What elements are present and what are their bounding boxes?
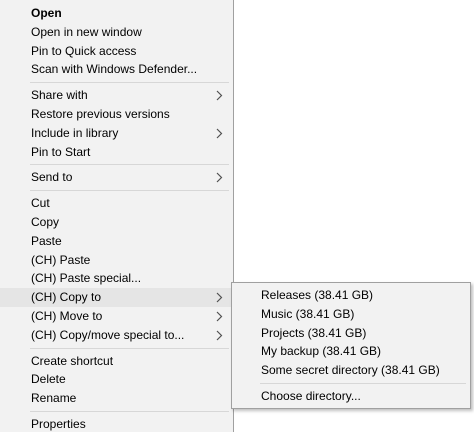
context-menu: Open Open in new window Pin to Quick acces… (0, 0, 234, 432)
menu-item-label: (CH) Move to (31, 308, 103, 323)
context-menu-item-ch-paste-special[interactable]: (CH) Paste special... (0, 269, 233, 288)
context-menu-item-paste[interactable]: Paste (0, 232, 233, 251)
menu-item-label: (CH) Copy/move special to... (31, 327, 185, 342)
menu-item-label: Properties (31, 416, 86, 431)
menu-separator (30, 190, 229, 192)
submenu-item-releases-38-41-gb[interactable]: Releases (38.41 GB) (232, 286, 470, 305)
menu-separator (30, 164, 229, 166)
menu-item-label: My backup (38.41 GB) (261, 344, 382, 359)
chevron-right-icon (214, 168, 224, 187)
menu-item-label: Share with (31, 88, 88, 103)
chevron-right-icon (214, 326, 224, 345)
context-menu-item-ch-copy-move-special-to[interactable]: (CH) Copy/move special to... (0, 326, 233, 345)
submenu-item-some-secret-directory-38-41-gb[interactable]: Some secret directory (38.41 GB) (232, 361, 470, 380)
menu-item-label: Create shortcut (31, 353, 114, 368)
context-menu-item-cut[interactable]: Cut (0, 194, 233, 213)
context-menu-item-scan-with-windows-defender[interactable]: Scan with Windows Defender... (0, 60, 233, 79)
chevron-right-icon (214, 288, 224, 307)
menu-item-label: Cut (31, 196, 50, 211)
context-menu-item-pin-to-start[interactable]: Pin to Start (0, 143, 233, 162)
submenu-item-projects-38-41-gb[interactable]: Projects (38.41 GB) (232, 324, 470, 343)
chevron-right-icon (214, 307, 224, 326)
menu-item-label: Delete (31, 372, 66, 387)
menu-item-label: Pin to Quick access (31, 43, 137, 58)
menu-item-label: Scan with Windows Defender... (31, 62, 198, 77)
desktop-area: Open Open in new window Pin to Quick acces… (0, 0, 474, 432)
menu-item-label: Copy (31, 214, 60, 229)
menu-separator (30, 410, 229, 412)
menu-item-label: Projects (38.41 GB) (261, 325, 367, 340)
submenu-item-music-38-41-gb[interactable]: Music (38.41 GB) (232, 305, 470, 324)
submenu-item-choose-directory[interactable]: Choose directory... (232, 387, 470, 406)
menu-item-label: Paste (31, 233, 62, 248)
menu-item-label: Some secret directory (38.41 GB) (261, 363, 440, 378)
context-menu-item-properties[interactable]: Properties (0, 415, 233, 432)
context-menu-item-open[interactable]: Open (0, 4, 233, 23)
copy-to-submenu: Releases (38.41 GB) Music (38.41 GB) Proje… (231, 282, 471, 409)
chevron-right-icon (214, 124, 224, 143)
menu-separator (30, 82, 229, 84)
menu-item-label: Send to (31, 170, 73, 185)
context-menu-item-pin-to-quick-access[interactable]: Pin to Quick access (0, 42, 233, 61)
context-menu-item-share-with[interactable]: Share with (0, 86, 233, 105)
chevron-right-icon (214, 86, 224, 105)
context-menu-item-delete[interactable]: Delete (0, 370, 233, 389)
context-menu-item-copy[interactable]: Copy (0, 213, 233, 232)
context-menu-item-open-in-new-window[interactable]: Open in new window (0, 23, 233, 42)
context-menu-item-include-in-library[interactable]: Include in library (0, 124, 233, 143)
menu-item-label: (CH) Paste special... (31, 271, 142, 286)
context-menu-item-ch-move-to[interactable]: (CH) Move to (0, 307, 233, 326)
menu-separator (260, 382, 466, 384)
context-menu-item-restore-previous-versions[interactable]: Restore previous versions (0, 105, 233, 124)
menu-item-label: Choose directory... (261, 388, 361, 403)
menu-item-label: Rename (31, 391, 77, 406)
context-menu-item-ch-paste[interactable]: (CH) Paste (0, 251, 233, 270)
menu-item-label: Music (38.41 GB) (261, 306, 355, 321)
menu-item-label: Open in new window (31, 24, 142, 39)
menu-item-label: Open (31, 6, 62, 20)
context-menu-item-send-to[interactable]: Send to (0, 168, 233, 187)
menu-item-label: (CH) Copy to (31, 290, 102, 305)
menu-item-label: Include in library (31, 125, 119, 140)
context-menu-item-ch-copy-to[interactable]: (CH) Copy to (0, 288, 233, 307)
menu-separator (30, 347, 229, 349)
context-menu-item-rename[interactable]: Rename (0, 389, 233, 408)
context-menu-item-create-shortcut[interactable]: Create shortcut (0, 352, 233, 371)
menu-item-label: (CH) Paste (31, 252, 91, 267)
menu-item-label: Pin to Start (31, 144, 91, 159)
submenu-item-my-backup-38-41-gb[interactable]: My backup (38.41 GB) (232, 342, 470, 361)
menu-item-label: Releases (38.41 GB) (261, 288, 374, 302)
menu-item-label: Restore previous versions (31, 106, 170, 121)
